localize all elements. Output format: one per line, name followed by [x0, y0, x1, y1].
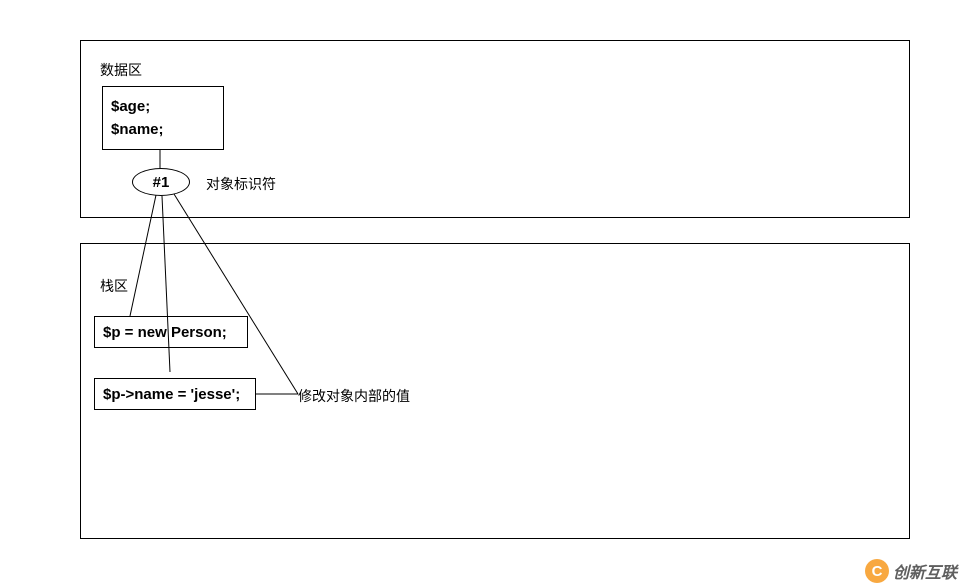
watermark-text: 创新互联	[893, 559, 957, 583]
code-new-person-box: $p = new Person;	[94, 316, 248, 348]
data-area-title: 数据区	[100, 60, 142, 80]
watermark-logo-icon: C	[865, 559, 889, 583]
code-assign-name-note: 修改对象内部的值	[298, 386, 410, 406]
code-assign-name-text: $p->name = 'jesse';	[103, 386, 240, 403]
class-fields-box: $age; $name;	[102, 86, 224, 150]
watermark-logo-letter: C	[872, 563, 883, 580]
stack-area-title: 栈区	[100, 276, 128, 296]
class-field-name: $name;	[111, 121, 215, 138]
object-identifier-ellipse: #1	[132, 168, 190, 196]
code-new-person-text: $p = new Person;	[103, 324, 227, 341]
diagram-stage: 数据区 $age; $name; #1 对象标识符 栈区 $p = new Pe…	[0, 0, 963, 587]
watermark: C 创新互联	[865, 559, 957, 583]
object-identifier-label: #1	[153, 174, 170, 191]
class-field-age: $age;	[111, 98, 215, 115]
code-assign-name-box: $p->name = 'jesse';	[94, 378, 256, 410]
object-identifier-caption: 对象标识符	[206, 174, 276, 194]
